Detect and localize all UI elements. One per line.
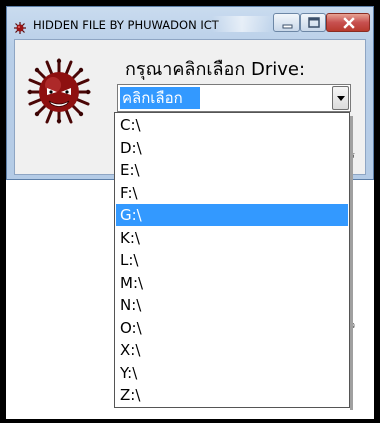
drive-combobox-dropdown-button[interactable] xyxy=(332,86,349,110)
dropdown-option[interactable]: Y:\ xyxy=(116,362,348,384)
drive-dropdown-list[interactable]: C:\ D:\ E:\ F:\ G:\ K:\ L:\ M:\ N:\ O:\ X:\ Y:\ Z:\ xyxy=(114,112,350,408)
screen-border-bottom xyxy=(0,419,380,423)
maximize-icon xyxy=(308,17,320,28)
dropdown-shadow xyxy=(350,116,353,410)
maximize-button[interactable] xyxy=(300,13,326,32)
dropdown-option[interactable]: L:\ xyxy=(116,249,348,271)
close-button[interactable] xyxy=(326,13,370,32)
angry-virus-mascot xyxy=(27,58,91,124)
dropdown-option[interactable]: D:\ xyxy=(116,137,348,159)
dropdown-option[interactable]: M:\ xyxy=(116,272,348,294)
dropdown-option[interactable]: E:\ xyxy=(116,159,348,181)
dropdown-option[interactable]: C:\ xyxy=(116,114,348,136)
dropdown-option[interactable]: G:\ xyxy=(116,204,348,226)
drive-combobox-value[interactable]: คลิกเลือก xyxy=(120,87,200,109)
drive-combobox[interactable]: คลิกเลือก xyxy=(117,84,351,112)
drive-prompt-label: กรุณาคลิกเลือก Drive: xyxy=(125,59,306,80)
close-icon xyxy=(343,17,355,29)
dropdown-option[interactable]: F:\ xyxy=(116,182,348,204)
title-bar[interactable]: HIDDEN FILE BY PHUWADON ICT xyxy=(7,7,373,39)
window-title: HIDDEN FILE BY PHUWADON ICT xyxy=(33,18,219,32)
minimize-button[interactable] xyxy=(273,13,300,32)
screen-border-right xyxy=(374,0,380,423)
minimize-icon xyxy=(282,24,293,29)
dropdown-option[interactable]: N:\ xyxy=(116,294,348,316)
title-glass-reflection xyxy=(212,16,272,32)
chevron-down-icon xyxy=(337,96,345,101)
dropdown-option[interactable]: O:\ xyxy=(116,317,348,339)
dropdown-option[interactable]: Z:\ xyxy=(116,384,348,406)
virus-icon xyxy=(14,19,26,34)
dropdown-option[interactable]: X:\ xyxy=(116,339,348,361)
dropdown-option[interactable]: K:\ xyxy=(116,227,348,249)
